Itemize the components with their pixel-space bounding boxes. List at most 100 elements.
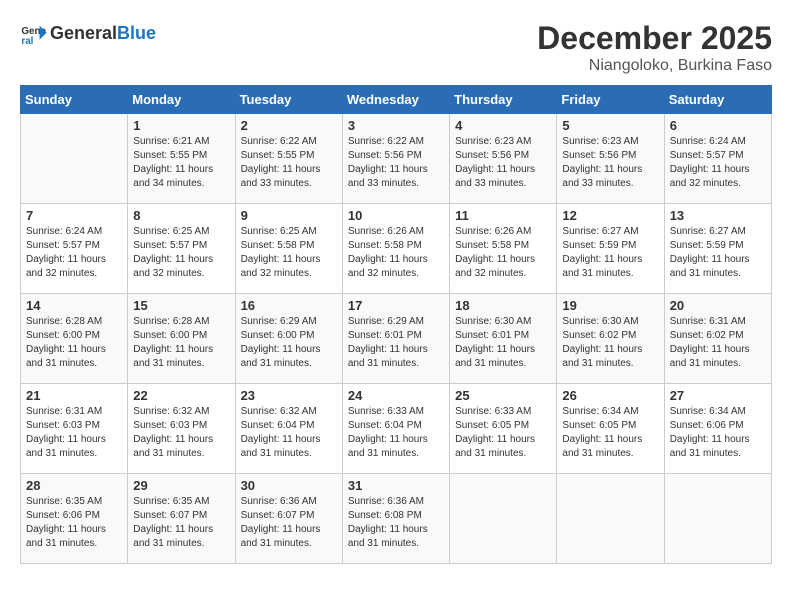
day-number: 1 <box>133 118 229 133</box>
calendar-cell <box>21 114 128 204</box>
day-info: Sunrise: 6:29 AMSunset: 6:01 PMDaylight:… <box>348 315 444 371</box>
day-info: Sunrise: 6:21 AMSunset: 5:55 PMDaylight:… <box>133 135 229 191</box>
calendar-cell: 30Sunrise: 6:36 AMSunset: 6:07 PMDayligh… <box>235 474 342 564</box>
day-number: 17 <box>348 298 444 313</box>
day-number: 18 <box>455 298 551 313</box>
day-number: 25 <box>455 388 551 403</box>
calendar-cell: 4 Sunrise: 6:23 AMSunset: 5:56 PMDaylight… <box>450 114 557 204</box>
day-number: 2 <box>241 118 337 133</box>
calendar-cell: 12Sunrise: 6:27 AMSunset: 5:59 PMDayligh… <box>557 204 664 294</box>
day-info: Sunrise: 6:22 AMSunset: 5:55 PMDaylight:… <box>241 135 337 191</box>
day-number: 10 <box>348 208 444 223</box>
calendar-cell: 13 Sunrise: 6:27 AMSunset: 5:59 PMDayligh… <box>664 204 771 294</box>
day-info: Sunrise: 6:35 AMSunset: 6:07 PMDaylight:… <box>133 495 229 551</box>
day-number: 31 <box>348 478 444 493</box>
title-block: December 2025 Niangoloko, Burkina Faso <box>537 20 772 75</box>
calendar-cell: 23Sunrise: 6:32 AMSunset: 6:04 PMDayligh… <box>235 384 342 474</box>
calendar-cell: 5Sunrise: 6:23 AMSunset: 5:56 PMDaylight… <box>557 114 664 204</box>
calendar-cell <box>557 474 664 564</box>
header-monday: Monday <box>128 86 235 114</box>
day-info: Sunrise: 6:27 AMSunset: 5:59 PMDaylight:… <box>562 225 658 281</box>
day-info: Sunrise: 6:23 AMSunset: 5:56 PMDaylight:… <box>562 135 658 191</box>
day-number: 4 <box>455 118 551 133</box>
header-tuesday: Tuesday <box>235 86 342 114</box>
calendar-cell: 15 Sunrise: 6:28 AMSunset: 6:00 PMDayligh… <box>128 294 235 384</box>
calendar-cell: 18 Sunrise: 6:30 AMSunset: 6:01 PMDayligh… <box>450 294 557 384</box>
month-title: December 2025 <box>537 20 772 57</box>
header-friday: Friday <box>557 86 664 114</box>
day-number: 6 <box>670 118 766 133</box>
calendar-cell: 6 Sunrise: 6:24 AMSunset: 5:57 PMDaylight… <box>664 114 771 204</box>
day-info: Sunrise: 6:30 AMSunset: 6:01 PMDaylight:… <box>455 315 551 371</box>
calendar-week-row: 1 Sunrise: 6:21 AMSunset: 5:55 PMDaylight… <box>21 114 772 204</box>
day-info: Sunrise: 6:22 AMSunset: 5:56 PMDaylight:… <box>348 135 444 191</box>
calendar-week-row: 7 Sunrise: 6:24 AMSunset: 5:57 PMDaylight… <box>21 204 772 294</box>
day-info: Sunrise: 6:28 AMSunset: 6:00 PMDaylight:… <box>26 315 122 371</box>
calendar-cell: 17 Sunrise: 6:29 AMSunset: 6:01 PMDayligh… <box>342 294 449 384</box>
day-number: 23 <box>241 388 337 403</box>
day-number: 13 <box>670 208 766 223</box>
day-info: Sunrise: 6:23 AMSunset: 5:56 PMDaylight:… <box>455 135 551 191</box>
calendar-week-row: 28Sunrise: 6:35 AMSunset: 6:06 PMDayligh… <box>21 474 772 564</box>
calendar-cell: 28Sunrise: 6:35 AMSunset: 6:06 PMDayligh… <box>21 474 128 564</box>
calendar-cell: 16Sunrise: 6:29 AMSunset: 6:00 PMDayligh… <box>235 294 342 384</box>
day-info: Sunrise: 6:36 AMSunset: 6:07 PMDaylight:… <box>241 495 337 551</box>
calendar-header-row: SundayMondayTuesdayWednesdayThursdayFrid… <box>21 86 772 114</box>
day-number: 7 <box>26 208 122 223</box>
calendar-cell: 25 Sunrise: 6:33 AMSunset: 6:05 PMDayligh… <box>450 384 557 474</box>
day-number: 8 <box>133 208 229 223</box>
day-number: 29 <box>133 478 229 493</box>
calendar-cell: 19Sunrise: 6:30 AMSunset: 6:02 PMDayligh… <box>557 294 664 384</box>
day-info: Sunrise: 6:31 AMSunset: 6:02 PMDaylight:… <box>670 315 766 371</box>
calendar-cell: 29 Sunrise: 6:35 AMSunset: 6:07 PMDayligh… <box>128 474 235 564</box>
calendar-week-row: 21 Sunrise: 6:31 AMSunset: 6:03 PMDayligh… <box>21 384 772 474</box>
day-info: Sunrise: 6:24 AMSunset: 5:57 PMDaylight:… <box>26 225 122 281</box>
calendar-cell <box>450 474 557 564</box>
logo-icon: Gene ral <box>20 20 48 48</box>
calendar-cell <box>664 474 771 564</box>
logo: Gene ral GeneralBlue <box>20 20 156 48</box>
calendar-week-row: 14Sunrise: 6:28 AMSunset: 6:00 PMDayligh… <box>21 294 772 384</box>
day-info: Sunrise: 6:34 AMSunset: 6:06 PMDaylight:… <box>670 405 766 461</box>
calendar-cell: 10Sunrise: 6:26 AMSunset: 5:58 PMDayligh… <box>342 204 449 294</box>
day-info: Sunrise: 6:33 AMSunset: 6:05 PMDaylight:… <box>455 405 551 461</box>
day-info: Sunrise: 6:28 AMSunset: 6:00 PMDaylight:… <box>133 315 229 371</box>
day-number: 16 <box>241 298 337 313</box>
calendar-table: SundayMondayTuesdayWednesdayThursdayFrid… <box>20 85 772 564</box>
day-number: 24 <box>348 388 444 403</box>
header-wednesday: Wednesday <box>342 86 449 114</box>
day-info: Sunrise: 6:36 AMSunset: 6:08 PMDaylight:… <box>348 495 444 551</box>
calendar-cell: 11 Sunrise: 6:26 AMSunset: 5:58 PMDayligh… <box>450 204 557 294</box>
svg-text:ral: ral <box>21 36 33 47</box>
page-header: Gene ral GeneralBlue December 2025 Niang… <box>20 20 772 75</box>
calendar-cell: 27 Sunrise: 6:34 AMSunset: 6:06 PMDayligh… <box>664 384 771 474</box>
day-info: Sunrise: 6:27 AMSunset: 5:59 PMDaylight:… <box>670 225 766 281</box>
day-number: 11 <box>455 208 551 223</box>
day-info: Sunrise: 6:26 AMSunset: 5:58 PMDaylight:… <box>455 225 551 281</box>
day-number: 3 <box>348 118 444 133</box>
calendar-cell: 8 Sunrise: 6:25 AMSunset: 5:57 PMDaylight… <box>128 204 235 294</box>
day-info: Sunrise: 6:25 AMSunset: 5:58 PMDaylight:… <box>241 225 337 281</box>
day-number: 15 <box>133 298 229 313</box>
header-sunday: Sunday <box>21 86 128 114</box>
header-thursday: Thursday <box>450 86 557 114</box>
day-info: Sunrise: 6:33 AMSunset: 6:04 PMDaylight:… <box>348 405 444 461</box>
calendar-cell: 24 Sunrise: 6:33 AMSunset: 6:04 PMDayligh… <box>342 384 449 474</box>
day-number: 21 <box>26 388 122 403</box>
day-number: 27 <box>670 388 766 403</box>
day-number: 28 <box>26 478 122 493</box>
calendar-cell: 14Sunrise: 6:28 AMSunset: 6:00 PMDayligh… <box>21 294 128 384</box>
day-number: 20 <box>670 298 766 313</box>
day-info: Sunrise: 6:24 AMSunset: 5:57 PMDaylight:… <box>670 135 766 191</box>
location-subtitle: Niangoloko, Burkina Faso <box>537 57 772 75</box>
calendar-cell: 2 Sunrise: 6:22 AMSunset: 5:55 PMDaylight… <box>235 114 342 204</box>
calendar-cell: 9Sunrise: 6:25 AMSunset: 5:58 PMDaylight… <box>235 204 342 294</box>
day-number: 26 <box>562 388 658 403</box>
calendar-cell: 22 Sunrise: 6:32 AMSunset: 6:03 PMDayligh… <box>128 384 235 474</box>
logo-general: General <box>50 23 117 43</box>
day-info: Sunrise: 6:32 AMSunset: 6:03 PMDaylight:… <box>133 405 229 461</box>
day-info: Sunrise: 6:31 AMSunset: 6:03 PMDaylight:… <box>26 405 122 461</box>
calendar-cell: 7 Sunrise: 6:24 AMSunset: 5:57 PMDaylight… <box>21 204 128 294</box>
day-number: 22 <box>133 388 229 403</box>
day-info: Sunrise: 6:25 AMSunset: 5:57 PMDaylight:… <box>133 225 229 281</box>
